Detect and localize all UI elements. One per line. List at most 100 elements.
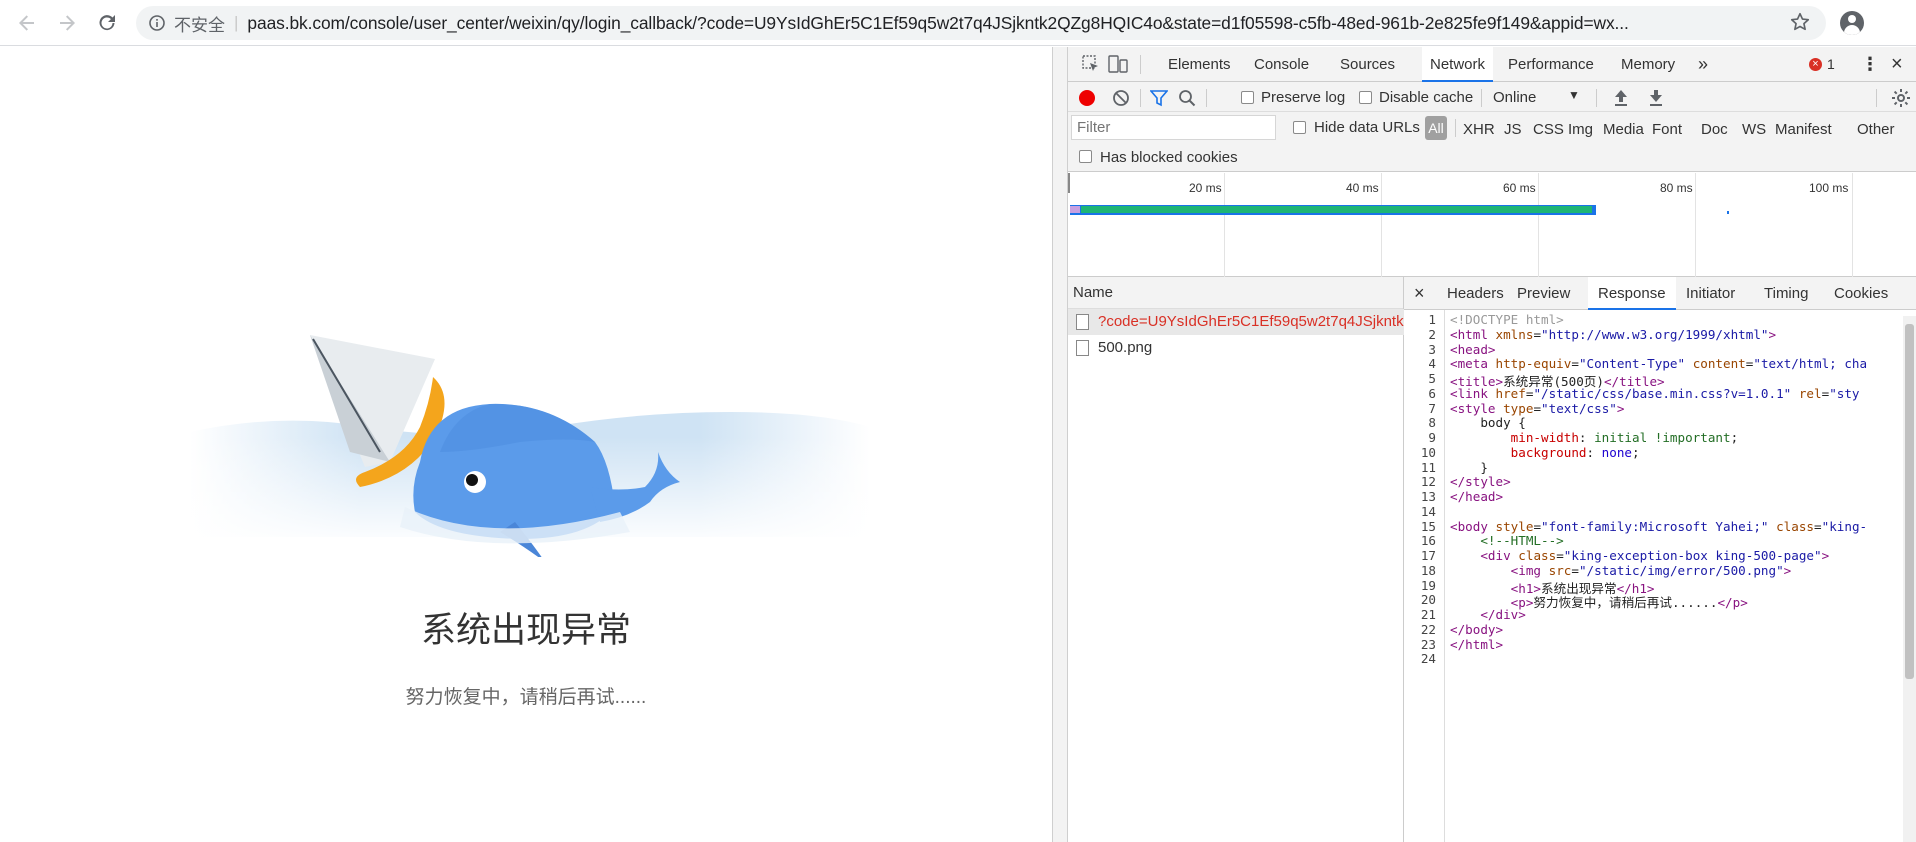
tick-label: 60 ms bbox=[1503, 181, 1536, 195]
line-number: 23 bbox=[1420, 636, 1436, 652]
tab-timing[interactable]: Timing bbox=[1764, 277, 1808, 310]
filter-type-xhr[interactable]: XHR bbox=[1463, 121, 1495, 138]
error-icon[interactable]: × bbox=[1809, 58, 1822, 71]
more-tabs-icon[interactable]: » bbox=[1698, 47, 1708, 82]
line-number: 24 bbox=[1420, 651, 1436, 667]
response-body[interactable]: 1 2 3 4 5 6 7 8 9 10 11 12 13 14 15 16 17 18 19 20 21 22 23 24 … bbox=[1404, 310, 1916, 842]
kebab-menu-icon[interactable]: ⋮ bbox=[1861, 47, 1879, 82]
line-number: 22 bbox=[1420, 621, 1436, 637]
code-line: <div class="king-exception-box king-500-… bbox=[1480, 548, 1830, 563]
record-icon[interactable] bbox=[1079, 90, 1095, 106]
filter-type-img[interactable]: Img bbox=[1568, 121, 1593, 138]
preserve-log-label[interactable]: Preserve log bbox=[1261, 89, 1345, 106]
filter-type-doc[interactable]: Doc bbox=[1701, 121, 1728, 138]
throttle-select[interactable]: Online bbox=[1493, 89, 1536, 106]
line-number: 5 bbox=[1428, 371, 1436, 386]
preserve-log-checkbox[interactable] bbox=[1241, 91, 1254, 104]
tab-network[interactable]: Network bbox=[1422, 47, 1494, 82]
line-number: 1 bbox=[1428, 312, 1436, 327]
filter-type-other[interactable]: Other bbox=[1857, 121, 1895, 138]
gear-icon[interactable] bbox=[1891, 88, 1911, 112]
line-number: 7 bbox=[1428, 400, 1436, 416]
tab-headers[interactable]: Headers bbox=[1447, 277, 1504, 310]
error-count[interactable]: 1 bbox=[1827, 47, 1835, 82]
tab-memory[interactable]: Memory bbox=[1621, 47, 1675, 82]
tab-performance[interactable]: Performance bbox=[1508, 47, 1594, 82]
tab-console[interactable]: Console bbox=[1254, 47, 1309, 82]
line-number: 3 bbox=[1428, 341, 1436, 357]
filter-type-media[interactable]: Media bbox=[1603, 121, 1644, 138]
code-line: <head> bbox=[1450, 341, 1496, 357]
tab-response[interactable]: Response bbox=[1588, 277, 1676, 310]
image-file-icon bbox=[1076, 340, 1089, 356]
tab-preview[interactable]: Preview bbox=[1517, 277, 1570, 310]
inspect-element-icon[interactable] bbox=[1082, 55, 1100, 77]
url-text[interactable]: paas.bk.com/console/user_center/weixin/q… bbox=[247, 13, 1767, 34]
name-column-header[interactable]: Name bbox=[1068, 277, 1403, 309]
network-overview: 20 ms 40 ms 60 ms 80 ms 100 ms bbox=[1068, 173, 1916, 277]
code-line: </div> bbox=[1480, 607, 1526, 622]
filter-type-manifest[interactable]: Manifest bbox=[1775, 121, 1832, 138]
line-number: 9 bbox=[1428, 430, 1436, 445]
hide-data-urls-checkbox[interactable] bbox=[1293, 121, 1306, 134]
network-toolbar: Preserve log Disable cache Online ▼ bbox=[1068, 82, 1916, 112]
close-devtools-icon[interactable]: × bbox=[1891, 47, 1903, 82]
reload-icon bbox=[99, 15, 115, 31]
filter-type-font[interactable]: Font bbox=[1652, 121, 1682, 138]
has-blocked-cookies-checkbox[interactable] bbox=[1079, 150, 1092, 163]
table-row[interactable]: ?code=U9YsIdGhEr5C1Ef59q5w2t7q4JSjkntk2Q… bbox=[1068, 309, 1404, 335]
filter-type-all[interactable]: All bbox=[1425, 116, 1447, 140]
code-line: <img src="/static/img/error/500.png"> bbox=[1510, 562, 1792, 578]
devtools-resize-handle[interactable] bbox=[1052, 47, 1068, 842]
chevron-down-icon[interactable]: ▼ bbox=[1568, 88, 1580, 102]
tick-label: 40 ms bbox=[1346, 181, 1379, 195]
tab-sources[interactable]: Sources bbox=[1340, 47, 1395, 82]
request-name: 500.png bbox=[1098, 339, 1153, 356]
browser-toolbar: 不安全 | paas.bk.com/console/user_center/we… bbox=[0, 0, 1916, 46]
code-line: } bbox=[1450, 459, 1488, 475]
reload-button[interactable] bbox=[92, 8, 122, 38]
code-line: <link href="/static/css/base.min.css?v=1… bbox=[1450, 385, 1860, 401]
account-button[interactable] bbox=[1840, 11, 1864, 35]
address-bar[interactable]: 不安全 | paas.bk.com/console/user_center/we… bbox=[136, 6, 1826, 40]
document-icon bbox=[1076, 314, 1089, 330]
scrollbar-thumb[interactable] bbox=[1905, 324, 1914, 679]
line-number: 4 bbox=[1428, 356, 1436, 372]
back-button[interactable] bbox=[12, 8, 42, 38]
search-icon[interactable] bbox=[1178, 89, 1196, 111]
import-har-icon[interactable] bbox=[1613, 89, 1629, 111]
device-toolbar-icon[interactable] bbox=[1108, 55, 1128, 77]
line-number: 12 bbox=[1420, 474, 1436, 490]
filter-input[interactable] bbox=[1071, 115, 1276, 140]
hide-data-urls-label[interactable]: Hide data URLs bbox=[1314, 119, 1420, 136]
export-har-icon[interactable] bbox=[1648, 89, 1664, 111]
tick-label: 80 ms bbox=[1660, 181, 1693, 195]
detail-tabbar: × Headers Preview Response Initiator Tim… bbox=[1404, 277, 1916, 310]
tab-cookies[interactable]: Cookies bbox=[1834, 277, 1888, 310]
table-row[interactable]: 500.png bbox=[1068, 335, 1404, 361]
filter-type-css[interactable]: CSS bbox=[1533, 121, 1564, 138]
tab-elements[interactable]: Elements bbox=[1168, 47, 1231, 82]
filter-type-ws[interactable]: WS bbox=[1742, 121, 1766, 138]
scrollbar[interactable] bbox=[1903, 316, 1916, 842]
line-gutter: 1 2 3 4 5 6 7 8 9 10 11 12 13 14 15 16 17 18 19 20 21 22 23 24 bbox=[1404, 310, 1445, 842]
bookmark-star-icon[interactable] bbox=[1789, 11, 1811, 38]
close-detail-icon[interactable]: × bbox=[1414, 277, 1425, 310]
forward-button[interactable] bbox=[52, 8, 82, 38]
filter-type-js[interactable]: JS bbox=[1504, 121, 1522, 138]
filter-icon[interactable] bbox=[1149, 89, 1169, 111]
line-number: 2 bbox=[1428, 326, 1436, 342]
clear-icon[interactable] bbox=[1112, 89, 1130, 111]
info-icon[interactable] bbox=[148, 14, 166, 32]
tab-initiator[interactable]: Initiator bbox=[1686, 277, 1735, 310]
error-title: 系统出现异常 bbox=[420, 611, 631, 650]
disable-cache-checkbox[interactable] bbox=[1359, 91, 1372, 104]
omnibox-separator: | bbox=[234, 13, 239, 32]
disable-cache-label[interactable]: Disable cache bbox=[1379, 89, 1473, 106]
line-number: 14 bbox=[1420, 503, 1436, 519]
tick-label: 20 ms bbox=[1189, 181, 1222, 195]
request-detail: × Headers Preview Response Initiator Tim… bbox=[1404, 277, 1916, 842]
code-line: body { bbox=[1450, 415, 1526, 431]
code-line: <!DOCTYPE html> bbox=[1450, 312, 1564, 327]
has-blocked-cookies-label[interactable]: Has blocked cookies bbox=[1100, 149, 1238, 166]
